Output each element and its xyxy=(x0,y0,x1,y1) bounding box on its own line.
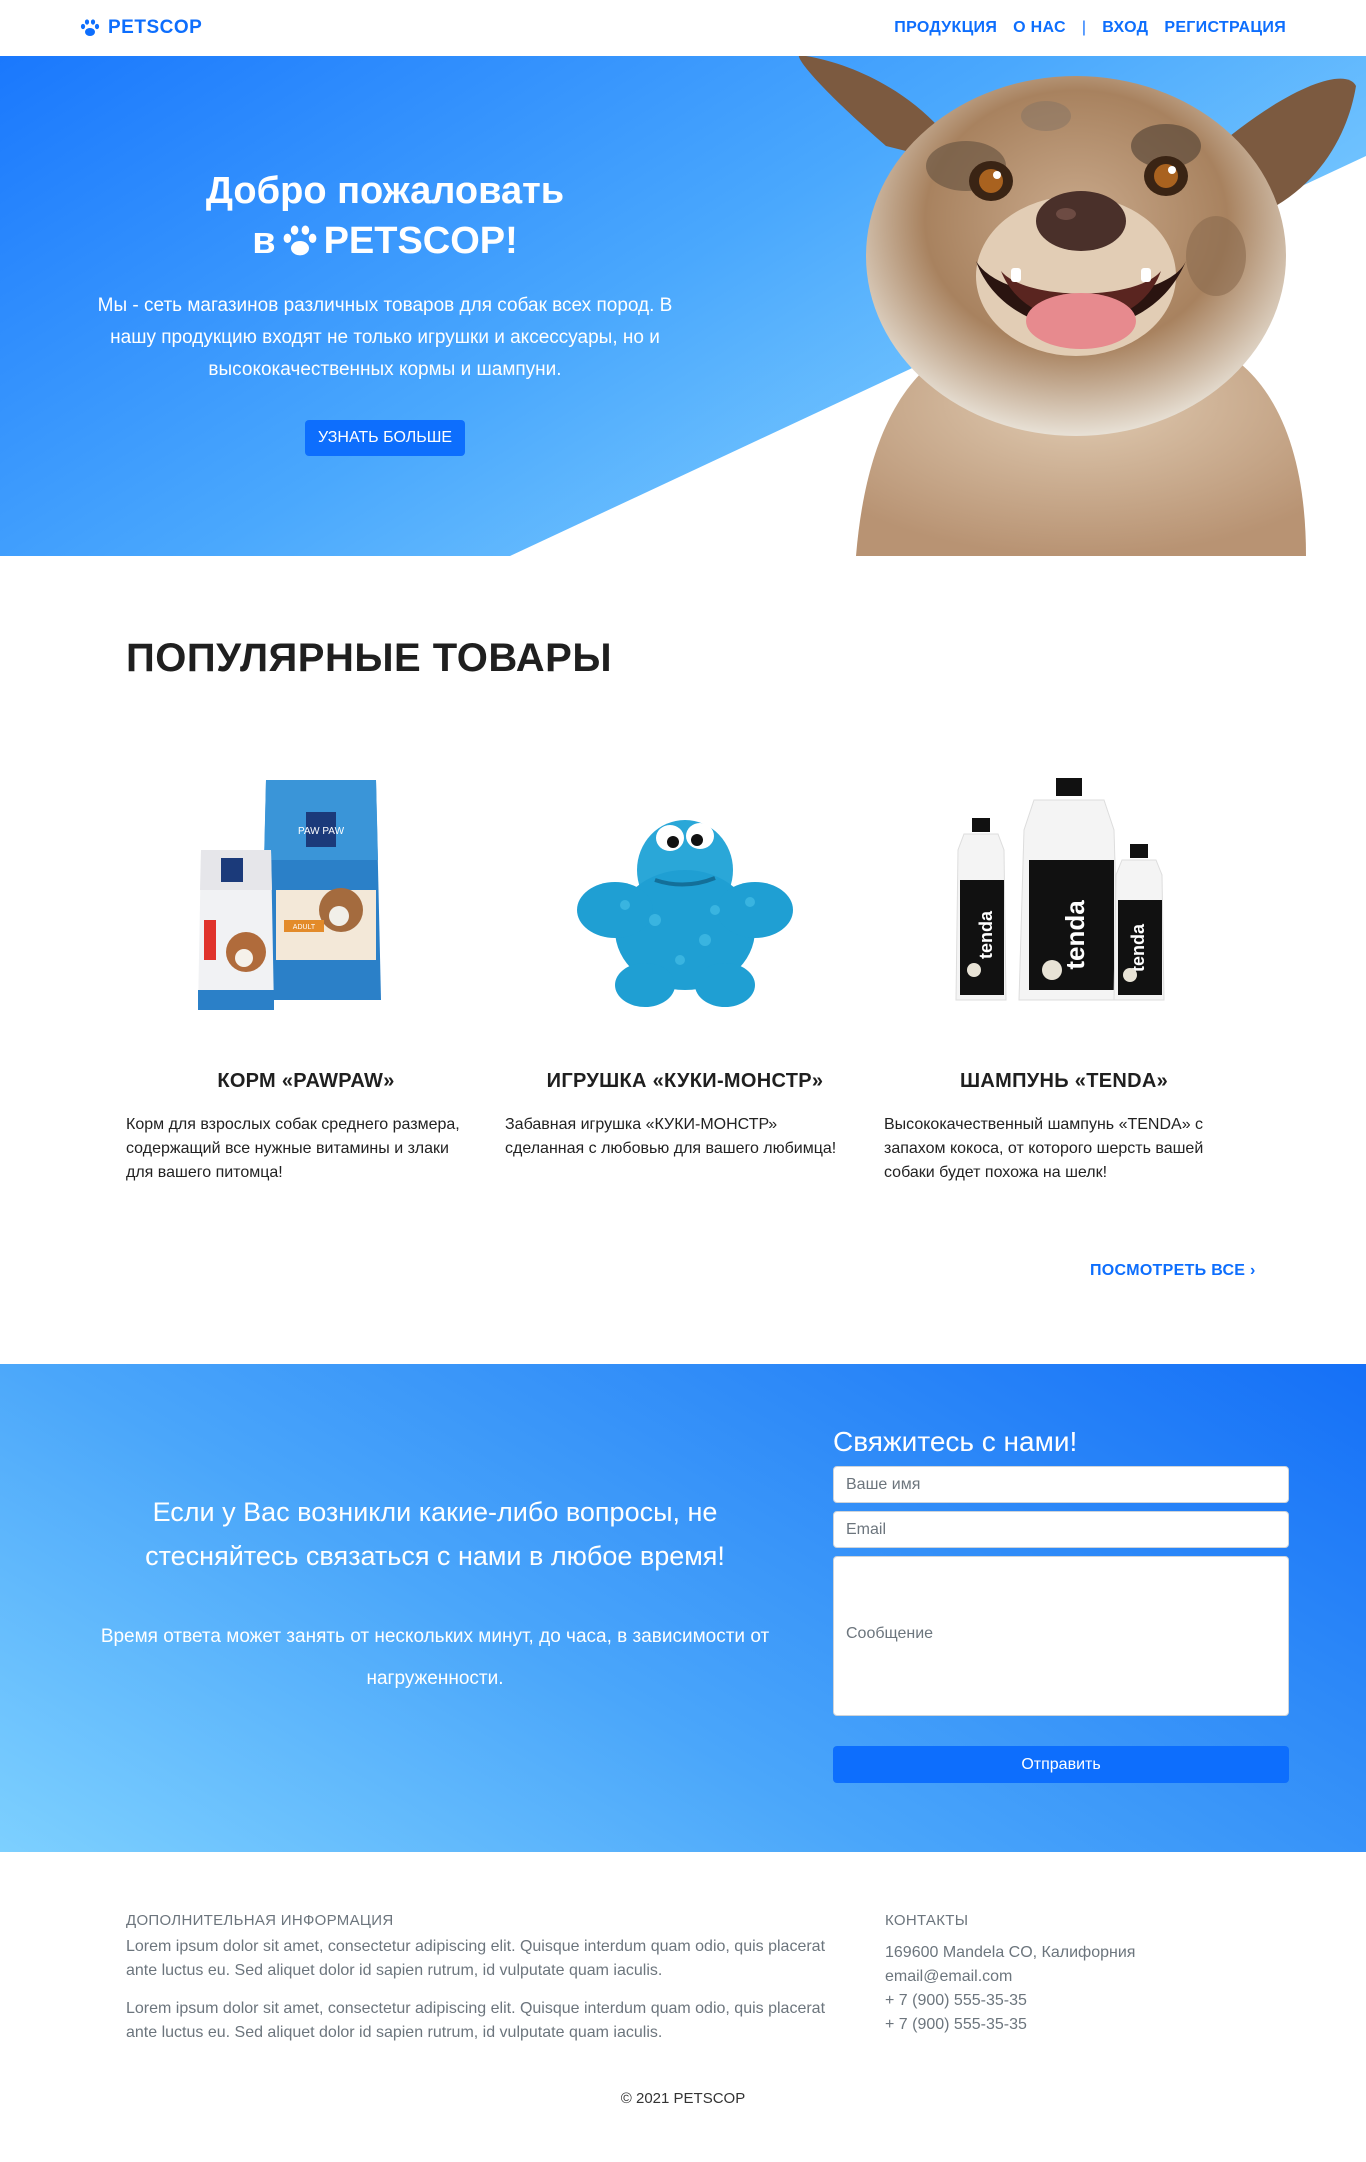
section-title: ПОПУЛЯРНЫЕ ТОВАРЫ xyxy=(126,636,612,680)
product-name[interactable]: ИГРУШКА «КУКИ-МОНСТР» xyxy=(505,1070,865,1093)
navbar: PETSCOP ПРОДУКЦИЯ О НАС | ВХОД РЕГИСТРАЦ… xyxy=(0,0,1366,56)
footer-info-heading: ДОПОЛНИТЕЛЬНАЯ ИНФОРМАЦИЯ xyxy=(126,1912,394,1929)
dog-photo xyxy=(798,56,1356,556)
email-link[interactable]: email@email.com xyxy=(885,1965,1225,1989)
product-description: Корм для взрослых собак среднего размера… xyxy=(126,1116,460,1181)
product-image-food: PAW PAW ADULT xyxy=(126,770,486,1020)
footer-info-paragraph: Lorem ipsum dolor sit amet, consectetur … xyxy=(126,1938,826,1979)
bottle-label: tenda xyxy=(976,910,996,959)
product-name[interactable]: КОРМ «PAWPAW» xyxy=(126,1070,486,1093)
food-package-image: PAW PAW ADULT xyxy=(198,780,381,1010)
footer-contacts: КОНТАКТЫ 169600 Mandela CO, Калифорния e… xyxy=(885,1912,1225,2037)
hero-text: Добро пожаловать в PETSCOP! Мы - сеть ма… xyxy=(90,166,680,456)
nav-link-register[interactable]: РЕГИСТРАЦИЯ xyxy=(1164,19,1286,37)
nav-link-login[interactable]: ВХОД xyxy=(1102,19,1148,37)
shampoo-image: tenda tenda tenda xyxy=(955,778,1165,1001)
product-card-toy[interactable]: ИГРУШКА «КУКИ-МОНСТР» Забавная игрушка «… xyxy=(505,770,865,1161)
product-description: Высококачественный шампунь «TENDA» с зап… xyxy=(884,1116,1204,1181)
nav-link-products[interactable]: ПРОДУКЦИЯ xyxy=(894,19,997,37)
submit-button[interactable]: Отправить xyxy=(833,1746,1289,1783)
contact-subtext: Время ответа может занять от нескольких … xyxy=(100,1626,770,1689)
address: 169600 Mandela CO, Калифорния xyxy=(885,1944,1136,1961)
message-placeholder: Сообщение xyxy=(846,1625,934,1642)
product-description: Забавная игрушка «КУКИ-МОНСТР» сделанная… xyxy=(505,1116,837,1157)
see-all-link[interactable]: ПОСМОТРЕТЬ ВСЕ › xyxy=(1090,1262,1256,1280)
footer-info: ДОПОЛНИТЕЛЬНАЯ ИНФОРМАЦИЯ Lorem ipsum do… xyxy=(126,1912,826,2059)
hero-title-brand: PETSCOP! xyxy=(323,220,518,262)
hero-title-line1: Добро пожаловать xyxy=(205,170,565,212)
product-name[interactable]: ШАМПУНЬ «TENDA» xyxy=(884,1070,1244,1093)
bottle-label: tenda xyxy=(1128,923,1148,972)
hero-description: Мы - сеть магазинов различных товаров дл… xyxy=(97,295,673,380)
package-label: ADULT xyxy=(293,924,316,931)
contacts-list: 169600 Mandela CO, Калифорния email@emai… xyxy=(885,1941,1225,2037)
footer-info-paragraph: Lorem ipsum dolor sit amet, consectetur … xyxy=(126,2000,826,2041)
name-input[interactable] xyxy=(833,1466,1289,1503)
form-title: Свяжитесь с нами! xyxy=(833,1426,1078,1457)
brand-logo[interactable]: PETSCOP xyxy=(80,17,202,39)
contact-form: Свяжитесь с нами! Сообщение Отправить xyxy=(833,1426,1289,1783)
product-card-food[interactable]: PAW PAW ADULT КОРМ «PAWPAW» Корм для взр… xyxy=(126,770,486,1185)
product-image-shampoo: tenda tenda tenda xyxy=(884,770,1244,1020)
brand-name: PETSCOP xyxy=(108,17,203,38)
footer-contacts-heading: КОНТАКТЫ xyxy=(885,1912,969,1929)
contact-lead: Если у Вас возникли какие-либо вопросы, … xyxy=(145,1497,725,1571)
hero-title: Добро пожаловать в PETSCOP! xyxy=(90,166,680,266)
nav-separator: | xyxy=(1081,19,1087,36)
phone-link[interactable]: + 7 (900) 555-35-35 xyxy=(885,2013,1225,2037)
contact-section: Если у Вас возникли какие-либо вопросы, … xyxy=(0,1364,1366,1852)
email-input[interactable] xyxy=(833,1511,1289,1548)
learn-more-button[interactable]: УЗНАТЬ БОЛЬШЕ xyxy=(304,420,466,456)
nav-link-about[interactable]: О НАС xyxy=(1013,19,1066,37)
toy-image xyxy=(577,820,793,1007)
phone-link[interactable]: + 7 (900) 555-35-35 xyxy=(885,1989,1225,2013)
hero-title-prefix: в xyxy=(252,220,276,262)
product-image-toy xyxy=(505,770,865,1020)
package-brand: PAW PAW xyxy=(298,826,345,837)
hero-title-line2: в PETSCOP! xyxy=(252,216,518,266)
contact-text: Если у Вас возникли какие-либо вопросы, … xyxy=(90,1490,780,1700)
bottle-label: tenda xyxy=(1060,900,1090,970)
nav-links: ПРОДУКЦИЯ О НАС | ВХОД РЕГИСТРАЦИЯ xyxy=(894,19,1286,37)
product-card-shampoo[interactable]: tenda tenda tenda ШАМПУНЬ «TENDA» Высоко… xyxy=(884,770,1244,1185)
paw-icon xyxy=(283,225,316,256)
copyright: © 2021 PETSCOP xyxy=(620,2090,746,2107)
hero-section: Добро пожаловать в PETSCOP! Мы - сеть ма… xyxy=(0,56,1366,556)
paw-icon xyxy=(80,19,100,36)
message-textarea[interactable]: Сообщение xyxy=(833,1556,1289,1716)
